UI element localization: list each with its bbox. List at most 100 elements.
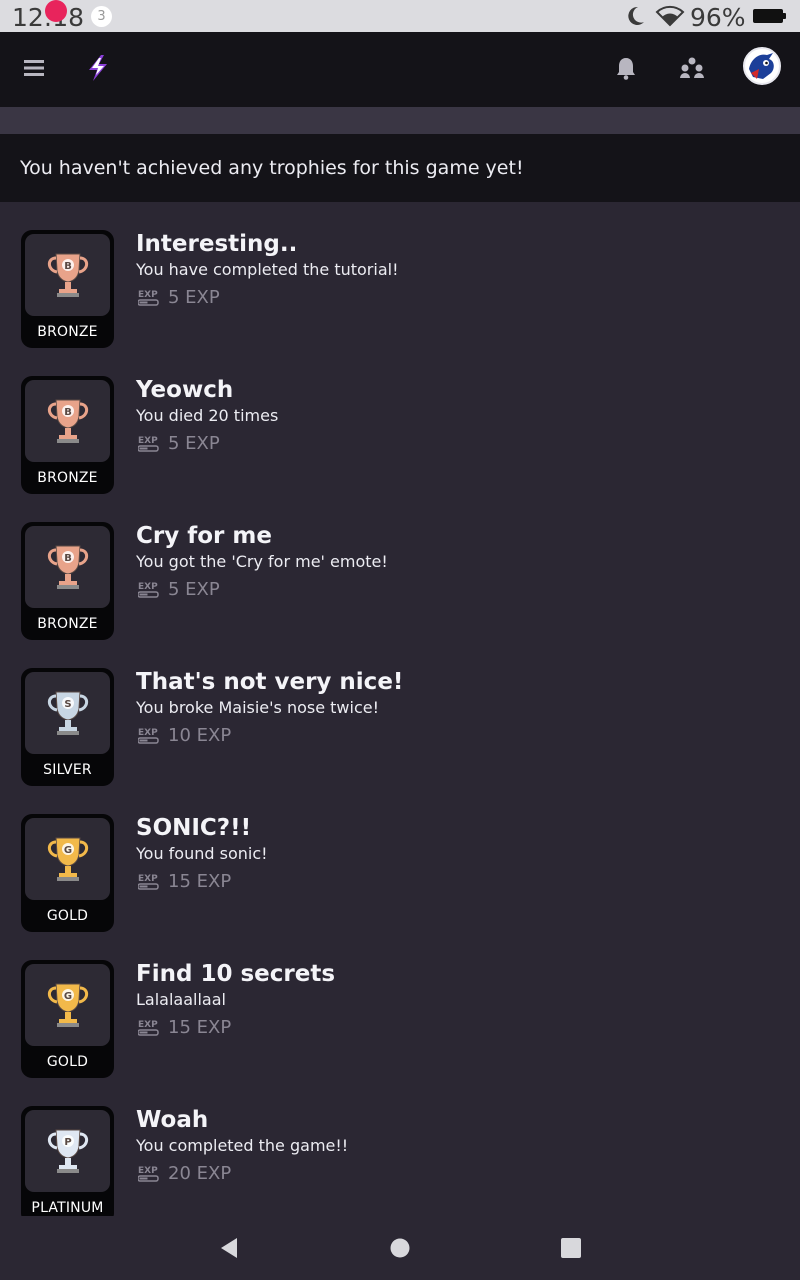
trophy-cup-icon: B	[25, 526, 110, 608]
back-icon[interactable]	[217, 1236, 241, 1260]
trophy-title: Cry for me	[136, 523, 272, 549]
trophy-badge: B BRONZE	[21, 522, 114, 640]
trophy-exp-value: 20 EXP	[168, 1162, 232, 1184]
trophy-description: You completed the game!!	[136, 1136, 349, 1155]
trophy-title: Yeowch	[136, 377, 234, 403]
svg-text:EXP: EXP	[138, 582, 158, 592]
trophy-badge: B BRONZE	[21, 376, 114, 494]
svg-text:EXP: EXP	[138, 874, 158, 884]
trophy-tier-label: BRONZE	[37, 324, 98, 340]
trophy-exp: EXP 10 EXP	[137, 724, 232, 746]
trophy-tier-label: BRONZE	[37, 470, 98, 486]
trophy-exp-value: 5 EXP	[168, 432, 220, 454]
svg-text:EXP: EXP	[138, 728, 158, 738]
trophy-exp-value: 10 EXP	[168, 724, 232, 746]
exp-icon: EXP	[137, 288, 160, 306]
trophy-item[interactable]: S SILVER That's not very nice! You broke Ma…	[0, 640, 800, 786]
exp-icon: EXP	[137, 1018, 160, 1036]
trophy-exp-value: 5 EXP	[168, 286, 220, 308]
trophy-title: That's not very nice!	[136, 669, 404, 695]
trophy-exp: EXP 15 EXP	[137, 1016, 232, 1038]
navigation-bar	[0, 1216, 800, 1280]
trophy-cup-icon: B	[25, 380, 110, 462]
trophy-badge: G GOLD	[21, 960, 114, 1078]
trophy-description: You broke Maisie's nose twice!	[136, 698, 380, 717]
exp-icon: EXP	[137, 1164, 160, 1182]
exp-icon: EXP	[137, 580, 160, 598]
trophy-cup-icon: G	[25, 818, 110, 900]
trophy-exp: EXP 5 EXP	[137, 432, 220, 454]
trophy-cup-icon: G	[25, 964, 110, 1046]
svg-text:P: P	[64, 1137, 71, 1148]
exp-icon: EXP	[137, 872, 160, 890]
svg-text:S: S	[64, 699, 71, 710]
exp-icon: EXP	[137, 434, 160, 452]
trophy-badge: G GOLD	[21, 814, 114, 932]
trophy-item[interactable]: B BRONZE Interesting.. You have completed t…	[0, 202, 800, 348]
trophy-exp-value: 15 EXP	[168, 870, 232, 892]
trophy-badge: P PLATINUM	[21, 1106, 114, 1216]
battery-icon	[753, 9, 786, 23]
no-trophies-banner: You haven't achieved any trophies for th…	[0, 134, 800, 202]
trophy-exp: EXP 15 EXP	[137, 870, 232, 892]
lightning-logo-icon	[85, 54, 111, 86]
app-header	[0, 32, 800, 107]
trophy-item[interactable]: B BRONZE Yeowch You died 20 times EXP 5 EXP	[0, 348, 800, 494]
trophy-cup-icon: B	[25, 234, 110, 316]
svg-text:G: G	[63, 845, 71, 856]
trophy-title: SONIC?!!	[136, 815, 252, 841]
trophy-item[interactable]: P PLATINUM Woah You completed the game!! EXP…	[0, 1078, 800, 1216]
trophy-cup-icon: S	[25, 672, 110, 754]
app-logo[interactable]	[84, 32, 112, 107]
trophy-exp: EXP 5 EXP	[137, 286, 220, 308]
friends-button[interactable]	[677, 32, 707, 107]
trophy-exp: EXP 5 EXP	[137, 578, 220, 600]
trophy-badge: B BRONZE	[21, 230, 114, 348]
menu-icon	[23, 57, 45, 83]
svg-text:EXP: EXP	[138, 1020, 158, 1030]
svg-text:G: G	[63, 991, 71, 1002]
trophy-list[interactable]: B BRONZE Interesting.. You have completed t…	[0, 202, 800, 1216]
svg-text:EXP: EXP	[138, 1166, 158, 1176]
battery-percent: 96%	[690, 3, 746, 32]
notifications-button[interactable]	[612, 32, 640, 107]
svg-text:B: B	[64, 553, 72, 564]
svg-text:EXP: EXP	[138, 290, 158, 300]
trophy-tier-label: GOLD	[46, 908, 89, 924]
trophy-item[interactable]: B BRONZE Cry for me You got the 'Cry for me…	[0, 494, 800, 640]
home-icon[interactable]	[388, 1236, 412, 1260]
trophy-exp-value: 5 EXP	[168, 578, 220, 600]
notification-dot	[45, 0, 67, 22]
avatar[interactable]	[743, 47, 781, 85]
status-notification-count: 3	[91, 6, 112, 27]
section-strip	[0, 107, 800, 134]
trophy-description: You died 20 times	[136, 406, 279, 425]
status-bar: 12:18 3 96%	[0, 0, 800, 32]
svg-text:B: B	[64, 407, 72, 418]
trophy-tier-label: PLATINUM	[31, 1200, 104, 1216]
trophy-item[interactable]: G GOLD Find 10 secrets Lalalaallaal EXP 15 EX…	[0, 932, 800, 1078]
trophy-badge: S SILVER	[21, 668, 114, 786]
recents-icon[interactable]	[559, 1236, 583, 1260]
trophy-item[interactable]: G GOLD SONIC?!! You found sonic! EXP 15 EXP	[0, 786, 800, 932]
trophy-title: Interesting..	[136, 231, 298, 257]
trophy-description: You have completed the tutorial!	[136, 260, 399, 279]
svg-text:EXP: EXP	[138, 436, 158, 446]
wifi-icon	[655, 5, 685, 31]
trophy-cup-icon: P	[25, 1110, 110, 1192]
trophy-title: Woah	[136, 1107, 209, 1133]
trophy-exp-value: 15 EXP	[168, 1016, 232, 1038]
svg-text:B: B	[64, 261, 72, 272]
do-not-disturb-icon	[624, 5, 646, 31]
trophy-title: Find 10 secrets	[136, 961, 336, 987]
trophy-tier-label: GOLD	[46, 1054, 89, 1070]
menu-button[interactable]	[18, 32, 50, 107]
trophy-tier-label: SILVER	[43, 762, 92, 778]
friends-icon	[679, 57, 705, 83]
trophy-exp: EXP 20 EXP	[137, 1162, 232, 1184]
trophy-tier-label: BRONZE	[37, 616, 98, 632]
bell-icon	[615, 56, 637, 84]
exp-icon: EXP	[137, 726, 160, 744]
trophy-description: You got the 'Cry for me' emote!	[136, 552, 388, 571]
trophy-description: You found sonic!	[136, 844, 268, 863]
